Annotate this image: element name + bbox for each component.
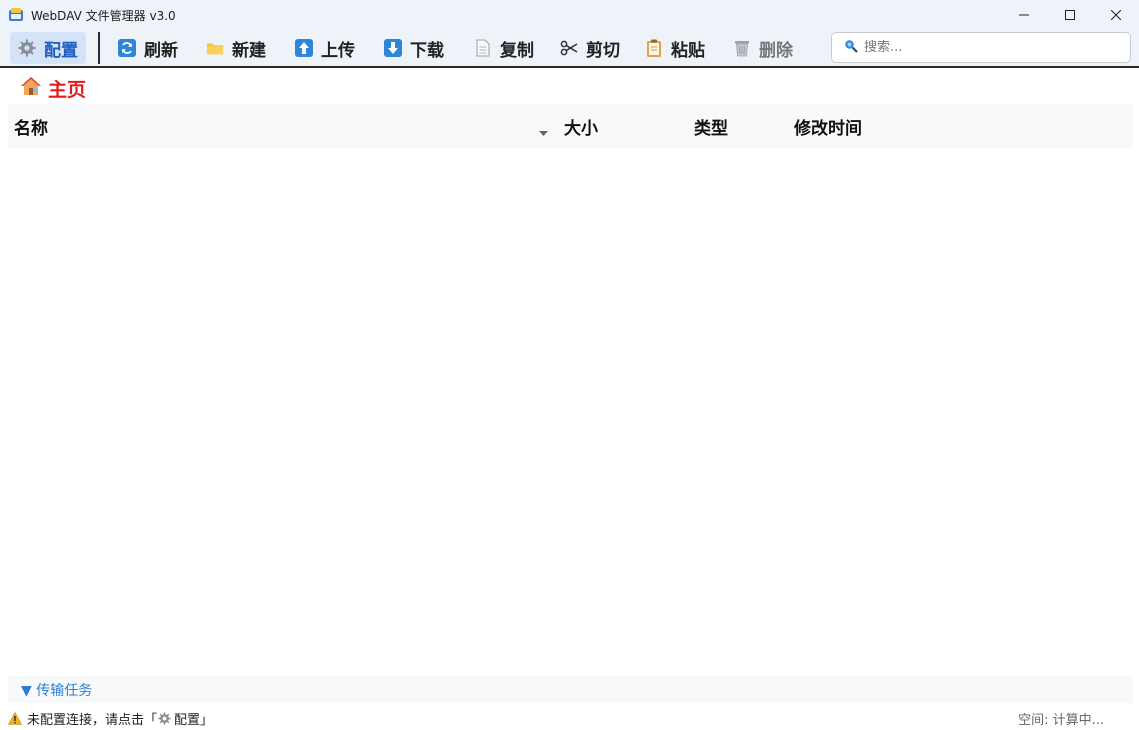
maximize-button[interactable] — [1047, 0, 1093, 30]
file-table-header: 名称 大小 类型 修改时间 — [8, 104, 1133, 148]
cut-label: 剪切 — [586, 40, 620, 61]
gear-icon — [158, 711, 171, 725]
config-button[interactable]: 配置 — [10, 32, 86, 64]
search-icon — [844, 38, 858, 57]
transfer-tasks-toggle[interactable]: ▼ 传输任务 — [8, 676, 1133, 703]
sort-descending-icon[interactable] — [539, 122, 548, 141]
status-message-prefix: 未配置连接，请点击「 — [27, 712, 158, 728]
window-title: WebDAV 文件管理器 v3.0 — [31, 8, 176, 23]
home-link[interactable]: 主页 — [48, 75, 86, 102]
title-bar: WebDAV 文件管理器 v3.0 — [0, 0, 1139, 30]
trash-icon — [733, 39, 751, 57]
file-list[interactable] — [8, 148, 1133, 673]
upload-button[interactable]: 上传 — [287, 32, 363, 64]
status-message-config: 配置 — [174, 712, 201, 728]
home-icon[interactable] — [20, 75, 42, 101]
status-bar: 未配置连接，请点击「 配置 」 空间: 计算中... — [0, 706, 1139, 730]
column-header-size[interactable]: 大小 — [564, 104, 598, 148]
config-label: 配置 — [44, 40, 78, 61]
scissors-icon — [560, 39, 578, 57]
status-message: 未配置连接，请点击「 配置 」 — [8, 709, 213, 728]
breadcrumb: 主页 — [20, 75, 86, 102]
close-button[interactable] — [1093, 0, 1139, 30]
delete-button[interactable]: 删除 — [725, 32, 801, 64]
copy-button[interactable]: 复制 — [466, 32, 542, 64]
new-folder-button[interactable]: 新建 — [198, 32, 274, 64]
upload-icon — [295, 39, 313, 57]
transfer-tasks-label: ▼ 传输任务 — [21, 682, 93, 699]
clipboard-icon — [645, 39, 663, 57]
refresh-icon — [118, 39, 136, 57]
toolbar-separator — [98, 32, 100, 64]
minimize-button[interactable] — [1001, 0, 1047, 30]
gear-icon — [18, 39, 36, 57]
delete-label: 删除 — [759, 40, 793, 61]
column-header-modified[interactable]: 修改时间 — [794, 104, 862, 148]
column-header-name[interactable]: 名称 — [14, 104, 48, 148]
toolbar: 配置 刷新 新建 上传 下载 复制 剪切 粘贴 删除 搜索... — [0, 30, 1139, 68]
cut-button[interactable]: 剪切 — [552, 32, 628, 64]
paste-button[interactable]: 粘贴 — [637, 32, 713, 64]
refresh-label: 刷新 — [144, 40, 178, 61]
app-icon — [8, 7, 24, 23]
upload-label: 上传 — [321, 40, 355, 61]
download-icon — [384, 39, 402, 57]
download-button[interactable]: 下载 — [376, 32, 452, 64]
warning-icon — [8, 711, 22, 725]
search-input[interactable] — [864, 40, 1114, 55]
search-box[interactable] — [831, 32, 1131, 63]
document-icon — [474, 39, 492, 57]
download-label: 下载 — [410, 40, 444, 61]
status-message-suffix: 」 — [200, 712, 214, 728]
refresh-button[interactable]: 刷新 — [110, 32, 186, 64]
folder-icon — [206, 39, 224, 57]
column-header-type[interactable]: 类型 — [694, 104, 728, 148]
storage-space-status: 空间: 计算中... — [1018, 712, 1104, 728]
new-label: 新建 — [232, 40, 266, 61]
copy-label: 复制 — [500, 40, 534, 61]
paste-label: 粘贴 — [671, 40, 705, 61]
